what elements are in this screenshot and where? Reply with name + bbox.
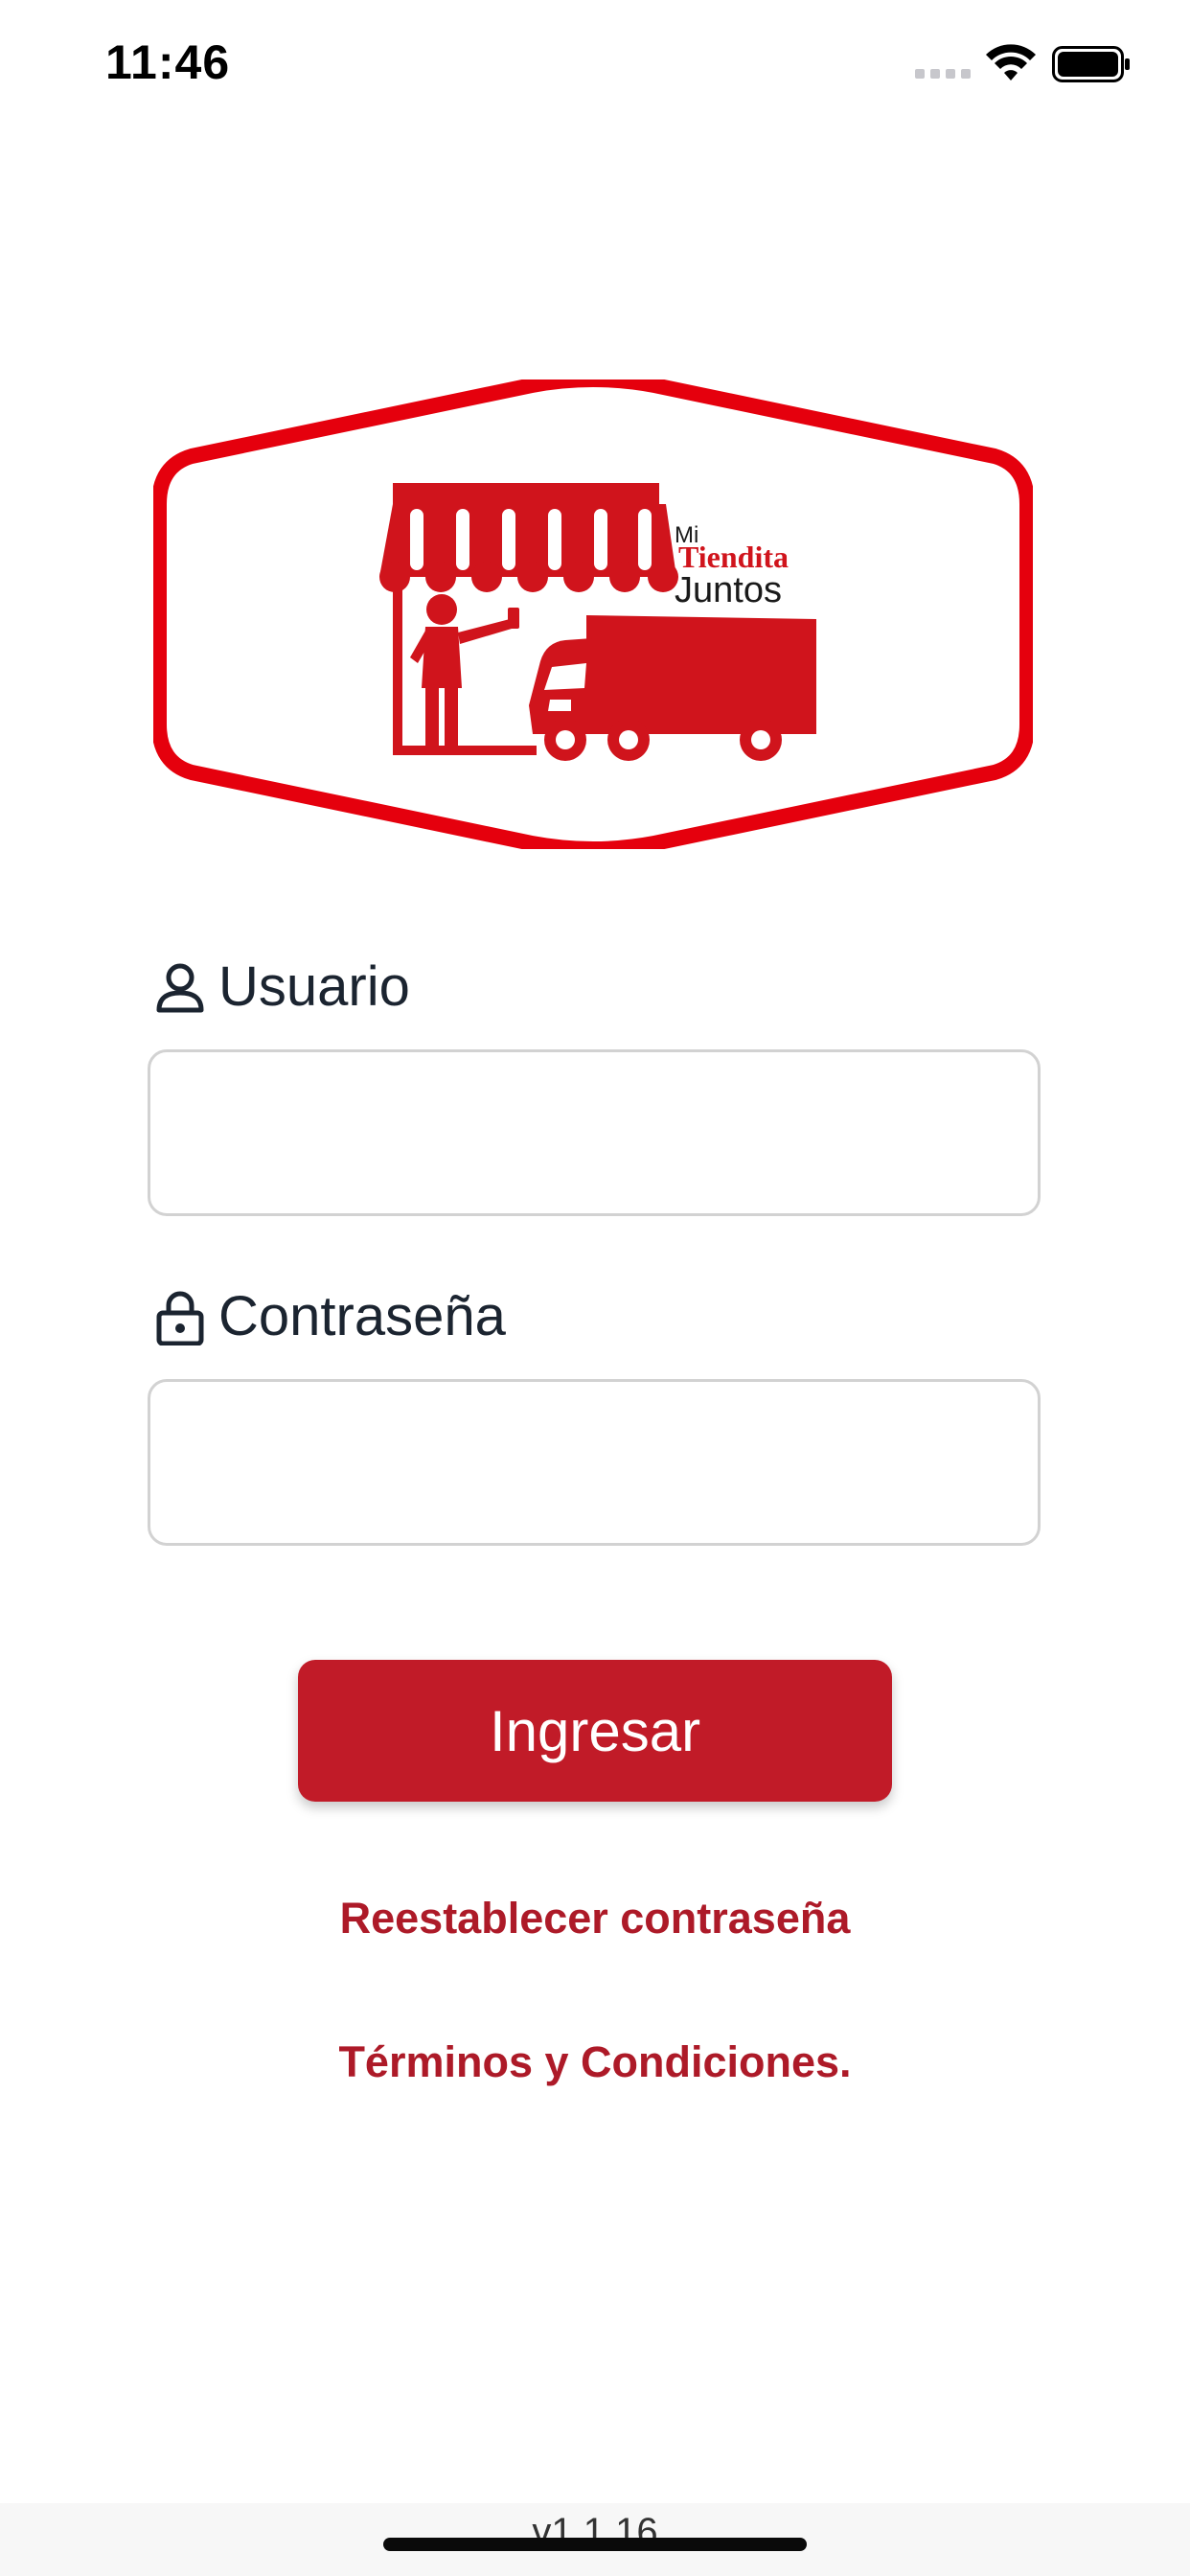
username-input[interactable]: [148, 1049, 1041, 1216]
logo-text-juntos: Juntos: [675, 570, 782, 610]
reset-password-link[interactable]: Reestablecer contraseña: [0, 1894, 1190, 1944]
status-bar: 11:46: [0, 0, 1190, 126]
password-label: Contraseña: [153, 1284, 506, 1348]
wifi-icon: [986, 44, 1036, 80]
status-time: 11:46: [105, 35, 231, 89]
password-label-text: Contraseña: [218, 1285, 506, 1347]
lock-icon: [156, 1291, 204, 1346]
username-label-text: Usuario: [218, 955, 410, 1018]
login-button[interactable]: Ingresar: [298, 1660, 892, 1802]
username-label: Usuario: [153, 954, 410, 1019]
tiendita-juntos-logo: Mi Tiendita Juntos: [153, 380, 1033, 849]
home-indicator[interactable]: [383, 2538, 807, 2551]
terms-link[interactable]: Términos y Condiciones.: [0, 2037, 1190, 2087]
password-input[interactable]: [148, 1379, 1041, 1546]
logo-text-tiendita: Tiendita: [678, 540, 789, 574]
user-icon: [156, 963, 204, 1012]
battery-icon: [1052, 46, 1130, 82]
signal-dots-icon: [915, 69, 971, 79]
